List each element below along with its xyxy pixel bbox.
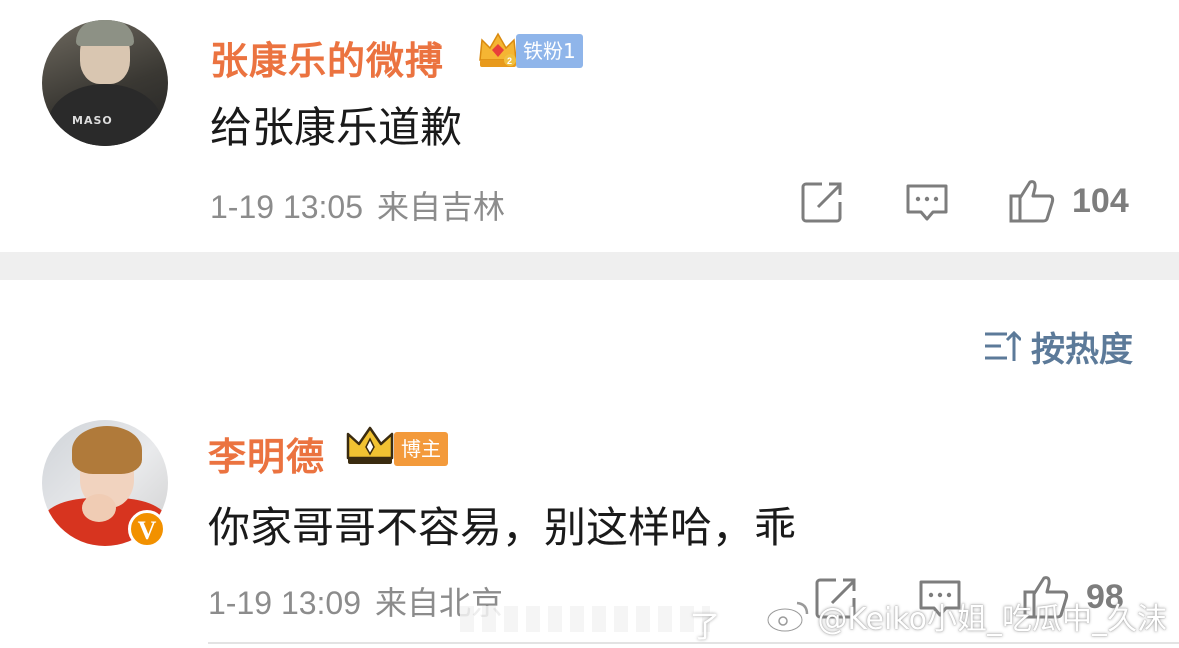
crown-icon: 2: [479, 32, 517, 67]
comment-text: 你家哥哥不容易，别这样哈，乖: [208, 503, 797, 552]
sort-icon: [985, 330, 1021, 361]
comment-icon[interactable]: [905, 182, 949, 224]
sort-toggle[interactable]: 按热度: [983, 326, 1133, 370]
comment-timestamp: 1-19 13:05: [210, 189, 364, 225]
watermark-blur-strip: [460, 606, 710, 632]
sort-label: 按热度: [1031, 329, 1133, 370]
fan-badge: 铁粉1: [516, 34, 583, 68]
repost-icon[interactable]: [800, 180, 844, 224]
section-divider: [0, 252, 1179, 280]
like-count: 104: [1072, 182, 1129, 220]
like-icon[interactable]: [1008, 178, 1056, 224]
watermark: @Keiko小姐_吃瓜中_久沫: [765, 594, 1167, 638]
avatar[interactable]: MASO: [42, 20, 168, 146]
comment-timestamp: 1-19 13:09: [208, 585, 362, 621]
watermark-faded-text: 了: [690, 610, 720, 645]
avatar-cap: [76, 20, 134, 46]
blogger-badge: 博主: [394, 432, 448, 466]
avatar-hair: [72, 426, 142, 474]
comment-username[interactable]: 李明德: [208, 426, 325, 481]
watermark-text: @Keiko小姐_吃瓜中_久沫: [817, 602, 1167, 637]
comment-location: 来自吉林: [377, 188, 506, 226]
avatar-hand: [82, 494, 116, 522]
avatar-shirt-print: MASO: [72, 114, 113, 127]
verified-badge: V: [128, 510, 166, 548]
comment-text: 给张康乐道歉: [210, 103, 463, 152]
crown-icon: [346, 426, 394, 464]
svg-text:2: 2: [507, 56, 512, 66]
comment-username[interactable]: 张康乐的微搏: [210, 30, 444, 85]
comment-meta: 1-19 13:09 来自北京: [208, 578, 503, 624]
comment-meta: 1-19 13:05 来自吉林: [210, 182, 505, 228]
weibo-logo-icon: [766, 601, 809, 633]
